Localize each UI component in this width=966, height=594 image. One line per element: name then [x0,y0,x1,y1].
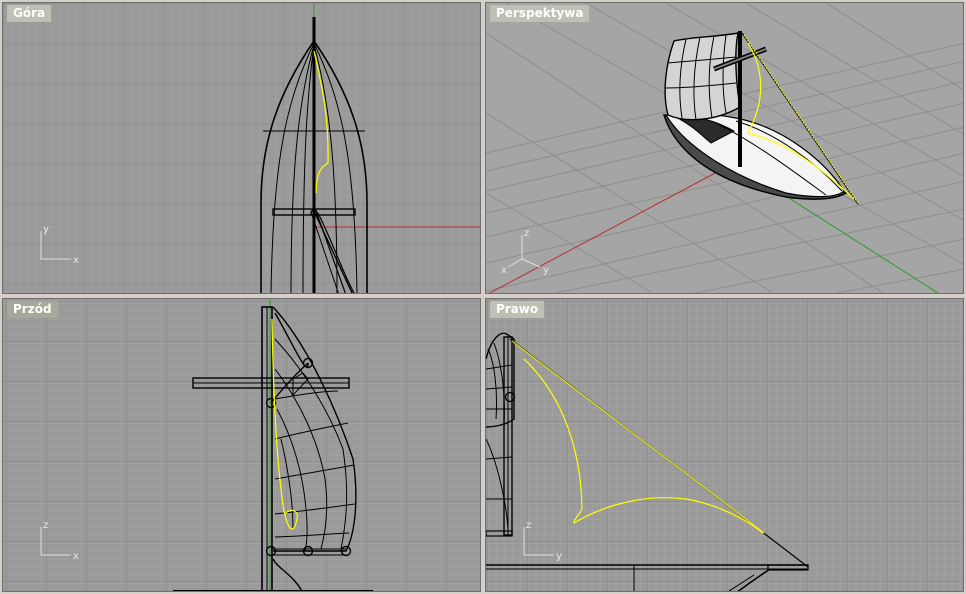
viewport-front-canvas[interactable]: z x [3,299,481,592]
axis-label-right-2: y [556,551,562,562]
axis-label-persp-3: y [543,265,549,276]
axis-label-front-1: z [43,520,48,531]
axis-label-right-1: z [526,520,531,531]
viewport-title-front[interactable]: Przód [7,301,58,318]
viewport-top-canvas[interactable]: y x [3,3,481,294]
viewport-right-canvas[interactable]: z y [486,299,964,592]
viewport-title-right[interactable]: Prawo [490,301,545,318]
viewport-right[interactable]: Prawo z y [485,298,964,592]
axis-label-persp-2: x [501,265,507,276]
viewport-top[interactable]: Góra y x [2,2,481,294]
viewport-title-perspective[interactable]: Perspektywa [490,5,590,22]
axis-label-persp-1: z [524,228,529,239]
viewport-title-top[interactable]: Góra [7,5,52,22]
viewport-perspective-canvas[interactable]: z x y [486,3,964,294]
axis-label-front-2: x [73,551,79,562]
viewport-front[interactable]: Przód z x [2,298,481,592]
axis-label-top-2: x [73,255,79,266]
viewport-perspective[interactable]: Perspektywa z x y [485,2,964,294]
axis-label-top-1: y [43,224,49,235]
